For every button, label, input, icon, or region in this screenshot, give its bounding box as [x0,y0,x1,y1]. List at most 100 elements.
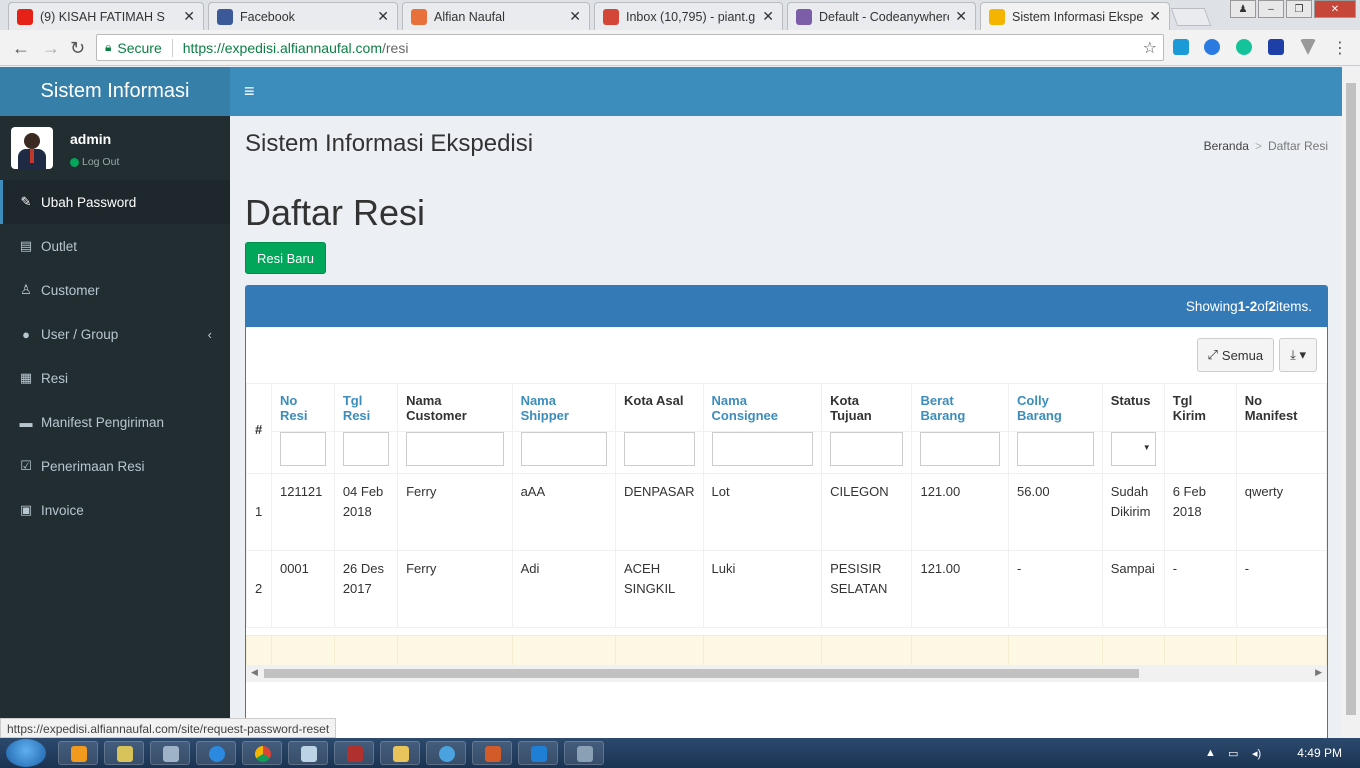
column-filter-input[interactable] [279,432,326,466]
extension-blue-icon[interactable] [1204,39,1220,55]
table-spacer [247,628,1327,636]
table-cell: qwerty [1235,473,1327,551]
taskbar-vscode-icon[interactable] [518,741,558,765]
column-header[interactable]: Tgl Resi [333,383,399,432]
table-cell: 121.00 [911,550,1010,628]
app-logo[interactable]: Sistem Informasi [0,67,230,116]
sidebar: admin Log Out ✎ Ubah Password ▤ Outlet ♙ Cust… [0,116,230,738]
minimize-button[interactable]: – [1258,0,1284,18]
breadcrumb-separator: > [1254,139,1262,153]
filter-cell [511,431,616,474]
tab-close-icon[interactable]: ✕ [569,8,581,25]
user-profile-button[interactable]: ♟ [1230,0,1256,18]
close-window-button[interactable]: ✕ [1314,0,1356,18]
taskbar-media-player-icon[interactable] [58,741,98,765]
export-dropdown-button[interactable]: ⤓ ▾ [1279,338,1317,372]
browser-toolbar: ← → ↻ 🔒︎ Secure https://expedisi.alfiann… [0,30,1360,66]
column-header[interactable]: Berat Barang [911,383,1010,432]
tray-network-icon[interactable]: ▭ [1228,747,1238,760]
column-filter-input[interactable] [830,432,904,466]
browser-tab[interactable]: Facebook ✕ [208,2,398,30]
scrollbar-thumb[interactable] [264,669,1139,678]
column-header[interactable]: Nama Consignee [702,383,823,432]
column-header[interactable]: Nama Shipper [511,383,616,432]
taskbar-clock[interactable]: 4:49 PM [1297,746,1342,760]
column-filter-input[interactable] [520,432,607,466]
extension-grammarly-icon[interactable] [1236,39,1252,55]
maximize-button[interactable]: ❐ [1286,0,1312,18]
taskbar-explorer-icon[interactable] [380,741,420,765]
scroll-left-icon[interactable]: ◀ [251,667,258,678]
forward-arrow-icon[interactable]: → [42,38,60,59]
browser-menu-icon[interactable]: ⋮ [1332,38,1348,58]
browser-tab[interactable]: Default - Codeanywhere ✕ [787,2,976,30]
scroll-right-icon[interactable]: ▶ [1315,667,1322,678]
filter-cell [911,431,1010,474]
extension-info-icon[interactable] [1268,39,1284,55]
breadcrumb-home[interactable]: Beranda [1204,139,1249,153]
status-filter-select[interactable] [1110,432,1156,466]
address-bar[interactable]: 🔒︎ Secure https://expedisi.alfiannaufal.… [96,34,1164,61]
page-scrollbar[interactable] [1342,67,1360,738]
start-button[interactable] [6,739,46,767]
horizontal-scrollbar[interactable]: ◀ ▶ [246,665,1327,682]
back-arrow-icon[interactable]: ← [12,38,30,59]
taskbar-app2-icon[interactable] [426,741,466,765]
column-filter-input[interactable] [342,432,390,466]
extension-translate-icon[interactable] [1173,39,1189,55]
taskbar-audio-icon[interactable] [472,741,512,765]
tab-title: Facebook [240,9,295,24]
column-filter-input[interactable] [623,432,695,466]
sidebar-item[interactable]: ▤ Outlet [0,224,230,268]
taskbar-app-icon[interactable] [104,741,144,765]
table-cell: 0001 [270,550,335,628]
tab-title: Default - Codeanywhere [819,9,950,24]
column-filter-input[interactable] [1017,432,1094,466]
tray-volume-icon[interactable]: ◂) [1252,747,1261,760]
page-scrollbar-thumb[interactable] [1346,83,1356,715]
bookmark-star-icon[interactable]: ☆ [1143,38,1157,58]
extension-vuejs-icon[interactable] [1300,39,1316,55]
browser-tab[interactable]: Inbox (10,795) - piant.gru ✕ [594,2,783,30]
column-filter-input[interactable] [711,432,814,466]
table-row: 2 0001 26 Des 2017 Ferry Adi ACEH SINGKIL Luki… [246,550,1327,628]
tab-close-icon[interactable]: ✕ [377,8,389,25]
column-filter-input[interactable] [406,432,504,466]
new-resi-button[interactable]: Resi Baru [245,242,326,274]
taskbar-chrome-icon[interactable] [242,741,282,765]
table-cell: Ferry [397,550,513,628]
main-content: Sistem Informasi Ekspedisi Beranda > Dafta… [230,116,1342,738]
tab-close-icon[interactable]: ✕ [762,8,774,25]
new-tab-button[interactable] [1170,8,1212,26]
column-header[interactable]: Colly Barang [1008,383,1103,432]
taskbar-ie-icon[interactable] [196,741,236,765]
column-filter-input[interactable] [920,432,1001,466]
taskbar-calculator-icon[interactable] [150,741,190,765]
sidebar-item[interactable]: ● User / Group ‹ [0,312,230,356]
taskbar-filezilla-icon[interactable] [334,741,374,765]
browser-tab[interactable]: (9) KISAH FATIMAH S ✕ [8,2,204,30]
sidebar-item[interactable]: ✎ Ubah Password [0,180,230,224]
taskbar-app3-icon[interactable] [564,741,604,765]
sidebar-item[interactable]: ☑ Penerimaan Resi [0,444,230,488]
sidebar-item[interactable]: ♙ Customer [0,268,230,312]
reload-icon[interactable]: ↻ [70,38,85,59]
column-header[interactable]: No Resi [270,383,335,432]
browser-tab[interactable]: Alfian Naufal ✕ [402,2,590,30]
logout-link[interactable]: Log Out [70,156,119,168]
online-status-icon [70,157,79,167]
sidebar-item[interactable]: ▦ Resi [0,356,230,400]
taskbar-notepad-icon[interactable] [288,741,328,765]
tab-close-icon[interactable]: ✕ [183,8,195,25]
tab-close-icon[interactable]: ✕ [955,8,967,25]
tab-close-icon[interactable]: ✕ [1149,8,1161,25]
column-header: Nama Customer [397,383,513,432]
filter-cell [397,431,513,474]
hamburger-menu-icon[interactable]: ≡ [244,81,255,102]
browser-tab[interactable]: Sistem Informasi Ekspedi ✕ [980,2,1170,30]
sidebar-item[interactable]: ▬ Manifest Pengiriman [0,400,230,444]
chevron-left-icon: ‹ [207,326,212,342]
sidebar-item[interactable]: ▣ Invoice [0,488,230,532]
tray-up-arrow-icon[interactable]: ▲ [1205,747,1216,759]
show-all-button[interactable]: ⤢ Semua [1196,338,1275,372]
